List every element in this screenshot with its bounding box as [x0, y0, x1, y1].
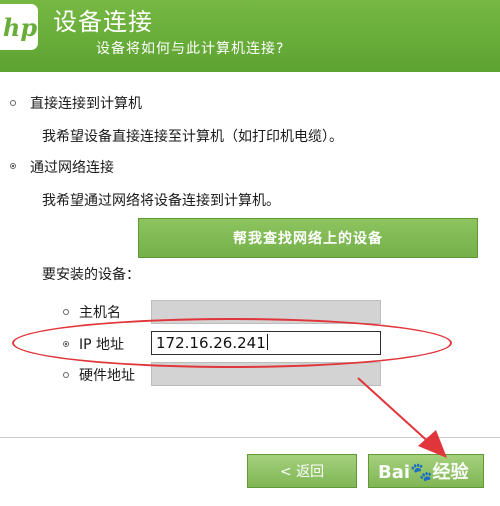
- bottom-strip: [0, 495, 500, 506]
- annotation-arrow: [357, 377, 447, 458]
- arrow-head: [418, 430, 447, 458]
- arrow-shaft: [357, 377, 434, 447]
